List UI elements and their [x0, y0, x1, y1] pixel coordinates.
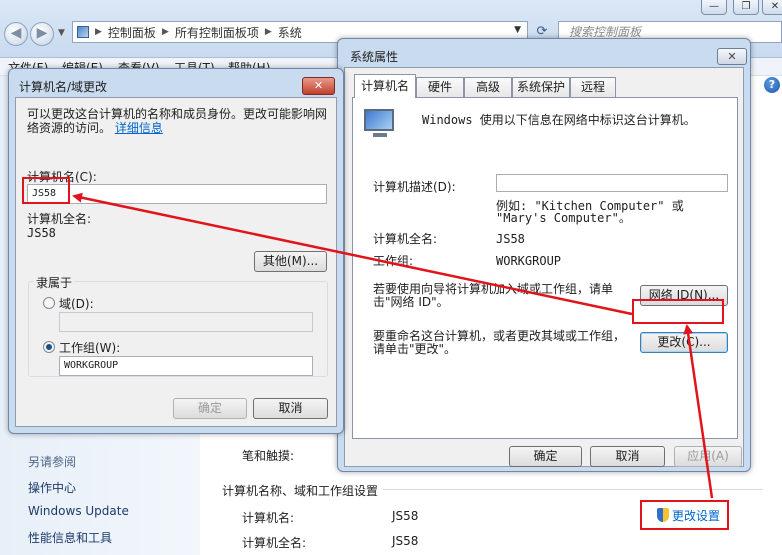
- ok-button[interactable]: 确定: [173, 398, 247, 419]
- computer-name-change-dialog: 计算机名/域更改 ✕ 可以更改这台计算机的名称和成员身份。更改可能影响网络资源的…: [8, 68, 344, 434]
- link-action-center[interactable]: 操作中心: [28, 479, 76, 496]
- computer-name-input[interactable]: JS58: [27, 184, 327, 204]
- full-name-value: JS58: [496, 232, 525, 246]
- control-panel-icon: [77, 26, 89, 38]
- close-window-button[interactable]: ✕: [762, 0, 782, 15]
- tab-advanced[interactable]: 高级: [464, 77, 512, 97]
- tab-computer-name[interactable]: 计算机名: [354, 74, 416, 98]
- section-title: 计算机名称、域和工作组设置: [222, 484, 379, 498]
- row-value: JS58: [392, 509, 419, 523]
- domain-label: 域(D):: [59, 297, 94, 311]
- dialog-title: 系统属性: [350, 50, 399, 64]
- breadcrumb-item[interactable]: 所有控制面板项: [175, 24, 259, 41]
- member-of-label: 隶属于: [34, 274, 75, 291]
- workgroup-label: 工作组:: [373, 254, 414, 268]
- see-also-heading: 另请参阅: [28, 455, 77, 469]
- workgroup-radio[interactable]: [43, 341, 55, 353]
- domain-radio[interactable]: [43, 297, 55, 309]
- dialog-body: 可以更改这台计算机的名称和成员身份。更改可能影响网络资源的访问。 详细信息 计算…: [15, 97, 337, 427]
- dialog-body: 计算机名 硬件 高级 系统保护 远程 Windows 使用以下信息在网络中标识这…: [344, 67, 744, 467]
- link-performance-info[interactable]: 性能信息和工具: [28, 529, 112, 546]
- pen-touch-label: 笔和触摸:: [242, 449, 295, 463]
- description-input[interactable]: [496, 174, 728, 192]
- chevron-right-icon: ▶: [264, 27, 272, 37]
- full-name-value: JS58: [27, 226, 56, 240]
- change-button[interactable]: 更改(C)...: [640, 332, 728, 353]
- dialog-title: 计算机名/域更改: [19, 80, 108, 94]
- row-label: 计算机全名:: [242, 536, 307, 550]
- annotation-box-name-input: [22, 177, 70, 204]
- ok-button[interactable]: 确定: [509, 446, 582, 467]
- intro-text-body: 可以更改这台计算机的名称和成员身份。更改可能影响网络资源的访问。: [27, 107, 328, 135]
- row-value: JS58: [392, 534, 419, 548]
- intro-text: Windows 使用以下信息在网络中标识这台计算机。: [422, 113, 696, 127]
- domain-input[interactable]: [59, 312, 313, 332]
- annotation-box-change-button: [632, 299, 724, 324]
- workgroup-input[interactable]: WORKGROUP: [59, 356, 313, 376]
- help-icon[interactable]: ?: [764, 77, 780, 93]
- tab-system-protection[interactable]: 系统保护: [512, 77, 570, 97]
- breadcrumb-item[interactable]: 控制面板: [108, 24, 156, 41]
- minimize-button[interactable]: —: [701, 0, 727, 15]
- annotation-box-change-settings: [640, 500, 729, 530]
- section-divider: [383, 489, 763, 490]
- cancel-button[interactable]: 取消: [590, 446, 665, 467]
- close-button[interactable]: ✕: [302, 77, 335, 95]
- network-id-text: 若要使用向导将计算机加入域或工作组，请单击"网络 ID"。: [373, 282, 614, 309]
- maximize-button[interactable]: ❐: [733, 0, 759, 15]
- system-properties-dialog: 系统属性 ✕ 计算机名 硬件 高级 系统保护 远程 Windows 使用以下信息…: [337, 38, 751, 472]
- forward-arrow-icon[interactable]: ▶: [30, 22, 54, 46]
- tab-remote[interactable]: 远程: [570, 77, 616, 97]
- history-chevron-icon[interactable]: ▼: [58, 28, 65, 38]
- computer-icon: [364, 109, 394, 131]
- chevron-right-icon: ▶: [161, 27, 169, 37]
- example-text: 例如: "Kitchen Computer" 或 "Mary's Compute…: [496, 199, 684, 225]
- link-windows-update[interactable]: Windows Update: [28, 504, 129, 518]
- chevron-down-icon[interactable]: ▼: [514, 25, 521, 35]
- chevron-right-icon: ▶: [95, 27, 102, 37]
- more-info-link[interactable]: 详细信息: [115, 121, 163, 135]
- computer-stand: [373, 133, 387, 137]
- apply-button[interactable]: 应用(A): [674, 446, 742, 467]
- tab-hardware[interactable]: 硬件: [416, 77, 464, 97]
- cancel-button[interactable]: 取消: [253, 398, 328, 419]
- workgroup-value: WORKGROUP: [496, 254, 562, 268]
- full-name-label: 计算机全名:: [27, 212, 92, 226]
- close-button[interactable]: ✕: [717, 48, 747, 65]
- breadcrumb-item[interactable]: 系统: [278, 24, 302, 41]
- intro-text: 可以更改这台计算机的名称和成员身份。更改可能影响网络资源的访问。 详细信息: [27, 107, 329, 135]
- description-label: 计算机描述(D):: [373, 180, 456, 194]
- workgroup-label: 工作组(W):: [59, 341, 121, 355]
- tab-panel: Windows 使用以下信息在网络中标识这台计算机。 计算机描述(D): 例如:…: [352, 97, 738, 439]
- back-arrow-icon[interactable]: ◀: [4, 22, 28, 46]
- more-button[interactable]: 其他(M)...: [254, 251, 327, 272]
- full-name-label: 计算机全名:: [373, 232, 438, 246]
- row-label: 计算机名:: [242, 511, 295, 525]
- rename-text: 要重命名这台计算机，或者更改其域或工作组，请单击"更改"。: [373, 329, 626, 356]
